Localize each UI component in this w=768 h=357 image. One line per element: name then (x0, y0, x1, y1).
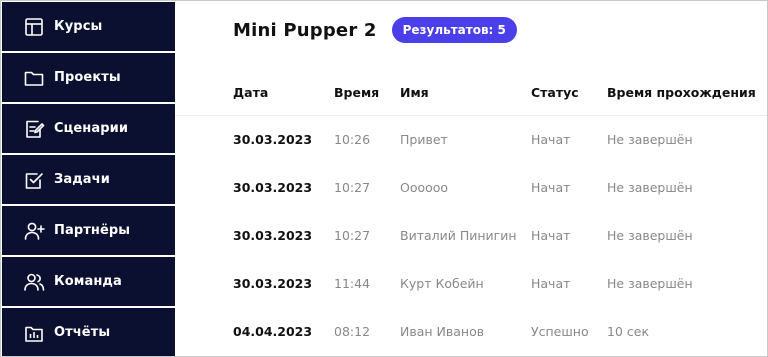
sidebar-item-label: Курсы (54, 19, 103, 34)
cell-time: 10:26 (334, 132, 371, 147)
cell-time: 10:27 (334, 180, 371, 195)
table-row[interactable]: 04.04.2023 08:12 Иван Иванов Успешно 10 … (175, 308, 767, 356)
cell-date: 30.03.2023 (233, 180, 313, 195)
page-header: Mini Pupper 2 Результатов: 5 (233, 17, 517, 43)
results-table: Дата Время Имя Статус Время прохождения … (175, 69, 767, 356)
cell-time: 10:27 (334, 228, 371, 243)
sidebar-item-courses[interactable]: Курсы (2, 2, 175, 51)
sidebar-item-reports[interactable]: Отчёты (2, 308, 175, 356)
cell-date: 30.03.2023 (233, 132, 313, 147)
cell-time: 08:12 (334, 324, 371, 339)
edit-document-icon (23, 118, 45, 140)
table-row[interactable]: 30.03.2023 10:26 Привет Начат Не завершё… (175, 116, 767, 164)
cell-duration: Не завершён (607, 276, 693, 291)
results-count-badge: Результатов: 5 (391, 17, 517, 43)
sidebar-item-label: Сценарии (54, 121, 129, 136)
cell-status: Начат (531, 180, 571, 195)
column-header-status[interactable]: Статус (531, 85, 579, 100)
cell-status: Начат (531, 276, 571, 291)
add-user-icon (23, 220, 45, 242)
cell-name: Иван Иванов (400, 324, 485, 339)
table-row[interactable]: 30.03.2023 10:27 Виталий Пинигин Начат Н… (175, 212, 767, 260)
table-row[interactable]: 30.03.2023 10:27 Оооооо Начат Не завершё… (175, 164, 767, 212)
cell-duration: Не завершён (607, 228, 693, 243)
sidebar-item-tasks[interactable]: Задачи (2, 155, 175, 204)
column-header-time[interactable]: Время (334, 85, 379, 100)
cell-status: Начат (531, 132, 571, 147)
sidebar-item-scenarios[interactable]: Сценарии (2, 104, 175, 153)
cell-name: Виталий Пинигин (400, 228, 517, 243)
cell-date: 04.04.2023 (233, 324, 313, 339)
app-window: Курсы Проекты Сценарии Задачи Партнёры К… (0, 0, 768, 357)
sidebar-item-team[interactable]: Команда (2, 257, 175, 306)
main-content: Mini Pupper 2 Результатов: 5 Дата Время … (175, 1, 767, 356)
folder-icon (23, 67, 45, 89)
table-row[interactable]: 30.03.2023 11:44 Курт Кобейн Начат Не за… (175, 260, 767, 308)
cell-name: Курт Кобейн (400, 276, 484, 291)
cell-time: 11:44 (334, 276, 371, 291)
cell-name: Привет (400, 132, 448, 147)
team-icon (23, 271, 45, 293)
sidebar-item-label: Проекты (54, 70, 121, 85)
report-chart-icon (23, 322, 45, 344)
checkbox-icon (23, 169, 45, 191)
column-header-duration[interactable]: Время прохождения (607, 85, 756, 100)
sidebar-item-label: Отчёты (54, 325, 111, 340)
cell-date: 30.03.2023 (233, 228, 313, 243)
cell-duration: Не завершён (607, 132, 693, 147)
column-header-date[interactable]: Дата (233, 85, 268, 100)
column-header-name[interactable]: Имя (400, 85, 429, 100)
cell-duration: Не завершён (607, 180, 693, 195)
sidebar: Курсы Проекты Сценарии Задачи Партнёры К… (1, 1, 175, 356)
sidebar-item-projects[interactable]: Проекты (2, 53, 175, 102)
cell-status: Успешно (531, 324, 589, 339)
table-header: Дата Время Имя Статус Время прохождения (175, 69, 767, 116)
sidebar-item-label: Задачи (54, 172, 110, 187)
sidebar-item-partners[interactable]: Партнёры (2, 206, 175, 255)
sidebar-item-label: Команда (54, 274, 122, 289)
cell-status: Начат (531, 228, 571, 243)
cell-duration: 10 сек (607, 324, 649, 339)
page-title: Mini Pupper 2 (233, 19, 377, 41)
cell-name: Оооооо (400, 180, 449, 195)
cell-date: 30.03.2023 (233, 276, 313, 291)
sidebar-item-label: Партнёры (54, 223, 131, 238)
layout-icon (23, 16, 45, 38)
